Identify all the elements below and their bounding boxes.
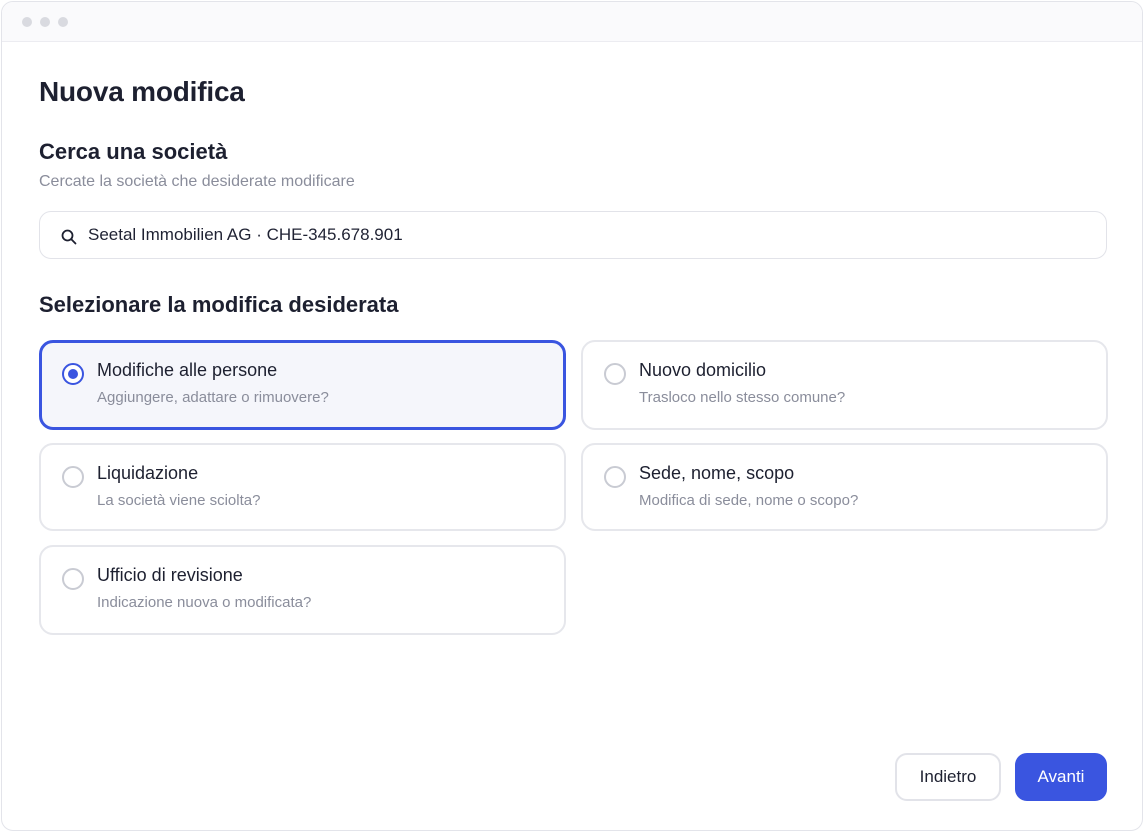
option-description: Trasloco nello stesso comune?: [639, 389, 846, 406]
next-button[interactable]: Avanti: [1015, 753, 1107, 801]
search-section-title: Cerca una società: [39, 139, 228, 164]
option-description: Modifica di sede, nome o scopo?: [639, 492, 859, 509]
window-dot-icon: [58, 17, 68, 27]
options-section-title: Selezionare la modifica desiderata: [39, 292, 399, 317]
option-card-sede-nome-scopo[interactable]: Sede, nome, scopo Modifica di sede, nome…: [581, 443, 1108, 531]
search-icon: [61, 229, 77, 245]
option-description: Aggiungere, adattare o rimuovere?: [97, 389, 329, 406]
page-title: Nuova modifica: [39, 76, 245, 107]
option-card-ufficio-di-revisione[interactable]: Ufficio di revisione Indicazione nuova o…: [39, 545, 566, 635]
option-card-liquidazione[interactable]: Liquidazione La società viene sciolta?: [39, 443, 566, 531]
company-search-input[interactable]: [88, 212, 1088, 258]
option-description: Indicazione nuova o modificata?: [97, 594, 312, 611]
back-button[interactable]: Indietro: [895, 753, 1001, 801]
option-label: Nuovo domicilio: [639, 360, 767, 380]
option-card-nuovo-domicilio[interactable]: Nuovo domicilio Trasloco nello stesso co…: [581, 340, 1108, 430]
window-titlebar: [2, 2, 1142, 42]
option-label: Sede, nome, scopo: [639, 463, 795, 483]
radio-selected-icon[interactable]: [62, 363, 84, 385]
company-search-box[interactable]: [39, 211, 1107, 259]
search-section-subtitle: Cercate la società che desiderate modifi…: [39, 173, 355, 190]
radio-unselected-icon[interactable]: [62, 568, 84, 590]
option-description: La società viene sciolta?: [97, 492, 261, 509]
option-label: Modifiche alle persone: [97, 360, 278, 380]
window-dot-icon: [40, 17, 50, 27]
option-label: Ufficio di revisione: [97, 565, 243, 585]
radio-unselected-icon[interactable]: [62, 466, 84, 488]
option-card-modifiche-alle-persone[interactable]: Modifiche alle persone Aggiungere, adatt…: [39, 340, 566, 430]
radio-unselected-icon[interactable]: [604, 363, 626, 385]
window-dot-icon: [22, 17, 32, 27]
radio-unselected-icon[interactable]: [604, 466, 626, 488]
option-label: Liquidazione: [97, 463, 199, 483]
app-window: Nuova modifica Cerca una società Cercate…: [1, 1, 1143, 831]
